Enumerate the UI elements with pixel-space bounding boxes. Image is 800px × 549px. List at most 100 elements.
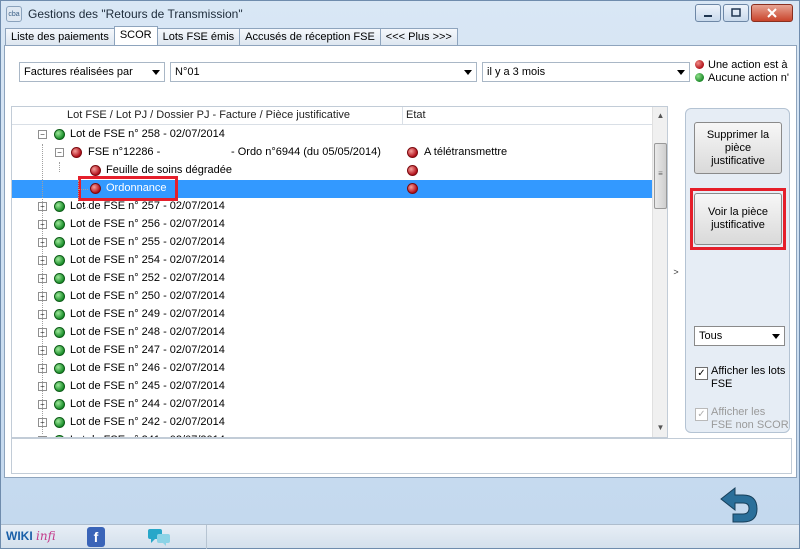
window-title: Gestions des "Retours de Transmission"	[28, 7, 243, 21]
tree-row-lot[interactable]: + Lot de FSE n° 257 - 02/07/2014	[12, 198, 652, 216]
tree-guide-line	[42, 144, 43, 434]
tab-liste-paiements[interactable]: Liste des paiements	[5, 28, 115, 45]
lot-label: Lot de FSE n° 245 - 02/07/2014	[70, 380, 225, 392]
green-status-icon	[695, 73, 704, 82]
undo-arrow-icon	[720, 486, 758, 523]
tree-guide-line	[78, 207, 88, 208]
tab-plus[interactable]: <<< Plus >>>	[379, 28, 458, 45]
scroll-thumb[interactable]: ≡	[654, 143, 667, 209]
lot-label: Lot de FSE n° 247 - 02/07/2014	[70, 344, 225, 356]
green-status-icon	[54, 129, 65, 140]
lot-label: Lot de FSE n° 254 - 02/07/2014	[70, 254, 225, 266]
status-filter-select[interactable]: Tous	[694, 326, 785, 346]
red-status-icon	[71, 147, 82, 158]
tree-row-lot[interactable]: + Lot de FSE n° 255 - 02/07/2014	[12, 234, 652, 252]
collapse-icon[interactable]: −	[55, 148, 64, 157]
tree-row-lot[interactable]: + Lot de FSE n° 242 - 02/07/2014	[12, 414, 652, 432]
chat-icon[interactable]	[147, 528, 171, 546]
legend-green-label: Aucune action n'	[708, 71, 789, 84]
green-status-icon	[54, 219, 65, 230]
column-header-etat[interactable]: Etat	[406, 109, 426, 121]
green-status-icon	[54, 291, 65, 302]
green-status-icon	[54, 255, 65, 266]
tree-row-lot[interactable]: + Lot de FSE n° 244 - 02/07/2014	[12, 396, 652, 414]
lot-label: Lot de FSE n° 248 - 02/07/2014	[70, 326, 225, 338]
green-status-icon	[54, 417, 65, 428]
actions-panel: Supprimer la pièce justificative Voir la…	[685, 108, 790, 433]
fse-state: A télétransmettre	[424, 146, 508, 158]
status-bar: WIKI infi f	[1, 524, 799, 549]
period-select[interactable]: il y a 3 mois	[482, 62, 690, 82]
tab-lots-fse[interactable]: Lots FSE émis	[156, 28, 241, 45]
tree-guide-line	[78, 189, 88, 190]
maximize-button[interactable]	[723, 4, 749, 22]
titlebar: cba Gestions des "Retours de Transmissio…	[1, 1, 799, 27]
back-button[interactable]	[713, 485, 763, 525]
practitioner-value: N°01	[175, 66, 200, 78]
practitioner-select[interactable]: N°01	[170, 62, 477, 82]
tree-rows: − Lot de FSE n° 258 - 02/07/2014 − FSE n…	[12, 126, 652, 437]
tree-row-fse[interactable]: − FSE n°12286 - - Ordo n°6944 (du 05/05/…	[12, 144, 652, 162]
wiki-link[interactable]: WIKI infi	[6, 529, 56, 543]
show-lots-checkbox[interactable]: ✓	[695, 367, 708, 380]
status-filter-value: Tous	[699, 330, 723, 342]
green-status-icon	[54, 237, 65, 248]
details-area	[11, 438, 792, 474]
scroll-down-icon[interactable]: ▼	[654, 421, 667, 435]
scroll-up-icon[interactable]: ▲	[654, 109, 667, 123]
fse-ordo-label: - Ordo n°6944 (du 05/05/2014)	[231, 146, 381, 158]
tree-row-lot[interactable]: + Lot de FSE n° 247 - 02/07/2014	[12, 342, 652, 360]
tree-row-lot[interactable]: + Lot de FSE n° 250 - 02/07/2014	[12, 288, 652, 306]
lot-label: Lot de FSE n° 242 - 02/07/2014	[70, 416, 225, 428]
show-lots-option[interactable]: ✓ Afficher les lots FSE	[695, 365, 789, 391]
green-status-icon	[54, 399, 65, 410]
column-header-lot[interactable]: Lot FSE / Lot PJ / Dossier PJ - Facture …	[67, 109, 350, 121]
lot-label: Lot de FSE n° 250 - 02/07/2014	[70, 290, 225, 302]
chevron-down-icon	[464, 70, 472, 75]
piece-label: Feuille de soins dégradée	[106, 164, 232, 176]
collapsed-lots: + Lot de FSE n° 257 - 02/07/2014 + Lot de F…	[12, 198, 652, 437]
delete-piece-button[interactable]: Supprimer la pièce justificative	[694, 122, 782, 174]
invoice-type-select[interactable]: Factures réalisées par	[19, 62, 165, 82]
chevron-down-icon	[677, 70, 685, 75]
chevron-down-icon	[772, 334, 780, 339]
tree-row-lot[interactable]: + Lot de FSE n° 248 - 02/07/2014	[12, 324, 652, 342]
tree-guide-line	[59, 162, 60, 172]
show-non-scor-label: Afficher les FSE non SCOR	[711, 406, 789, 431]
lot-label: Lot de FSE n° 258 - 02/07/2014	[70, 128, 225, 140]
close-button[interactable]	[751, 4, 793, 22]
scor-panel: Factures réalisées par N°01 il y a 3 moi…	[4, 45, 797, 478]
tab-accuses-reception[interactable]: Accusés de réception FSE	[239, 28, 381, 45]
red-status-icon	[407, 147, 418, 158]
green-status-icon	[54, 381, 65, 392]
red-status-icon	[695, 60, 704, 69]
tab-bar: Liste des paiements SCOR Lots FSE émis A…	[5, 26, 458, 46]
tree-row-lot[interactable]: + Lot de FSE n° 254 - 02/07/2014	[12, 252, 652, 270]
tree-row-lot[interactable]: + Lot de FSE n° 252 - 02/07/2014	[12, 270, 652, 288]
green-status-icon	[54, 327, 65, 338]
tree-row-piece-ordonnance[interactable]: Ordonnance	[12, 176, 652, 201]
facebook-icon[interactable]: f	[87, 527, 105, 547]
tree-row-lot-258[interactable]: − Lot de FSE n° 258 - 02/07/2014	[12, 126, 652, 144]
side-panel-toggle[interactable]: >	[669, 108, 683, 436]
status-legend: Une action est à Aucune action n'	[695, 58, 789, 84]
lot-label: Lot de FSE n° 246 - 02/07/2014	[70, 362, 225, 374]
lot-label: Lot de FSE n° 256 - 02/07/2014	[70, 218, 225, 230]
tree-scrollbar[interactable]: ▲ ≡ ▼	[652, 107, 667, 437]
column-separator	[402, 107, 403, 125]
tree-row-lot[interactable]: + Lot de FSE n° 249 - 02/07/2014	[12, 306, 652, 324]
green-status-icon	[54, 363, 65, 374]
collapse-icon[interactable]: −	[38, 130, 47, 139]
lot-label: Lot de FSE n° 249 - 02/07/2014	[70, 308, 225, 320]
tree-row-lot[interactable]: + Lot de FSE n° 256 - 02/07/2014	[12, 216, 652, 234]
tab-scor[interactable]: SCOR	[113, 26, 158, 45]
tree-row-lot[interactable]: + Lot de FSE n° 246 - 02/07/2014	[12, 360, 652, 378]
tree-row-lot[interactable]: + Lot de FSE n° 245 - 02/07/2014	[12, 378, 652, 396]
invoice-type-value: Factures réalisées par	[24, 66, 133, 78]
tree-header: Lot FSE / Lot PJ / Dossier PJ - Facture …	[12, 107, 652, 125]
minimize-button[interactable]	[695, 4, 721, 22]
period-value: il y a 3 mois	[487, 66, 546, 78]
red-status-icon	[90, 165, 101, 176]
lots-tree[interactable]: Lot FSE / Lot PJ / Dossier PJ - Facture …	[11, 106, 668, 438]
tree-guide-line	[78, 180, 79, 200]
